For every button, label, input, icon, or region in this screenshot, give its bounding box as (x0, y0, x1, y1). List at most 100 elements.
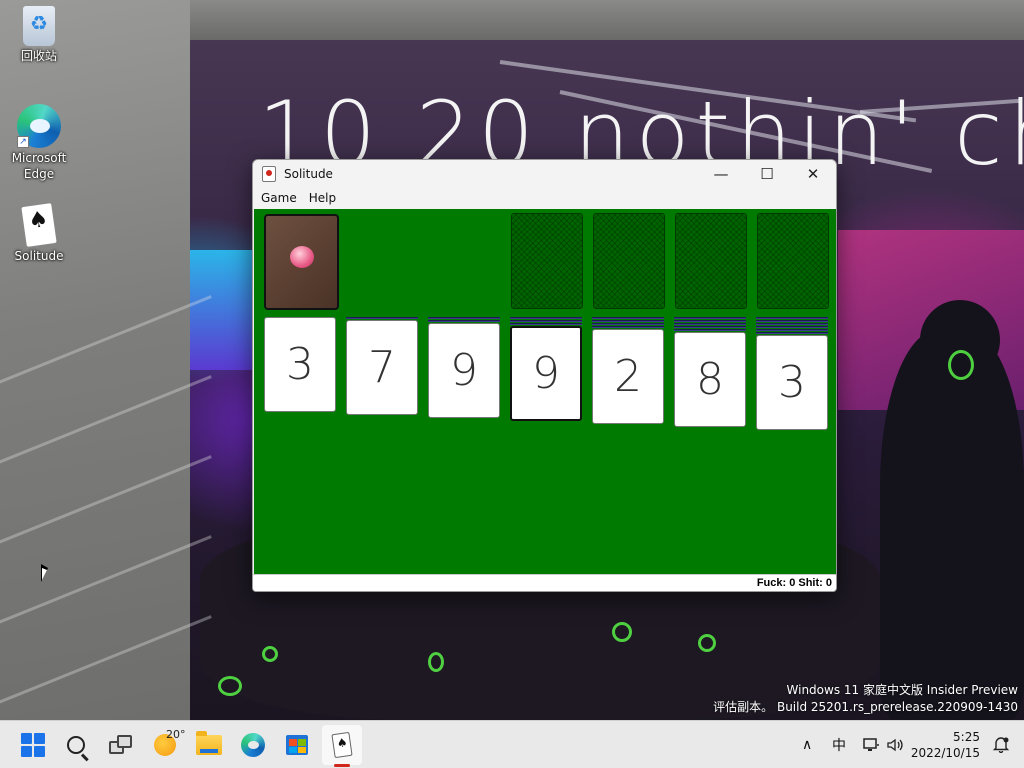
ime-indicator[interactable]: 中 (832, 721, 846, 768)
taskbar-store[interactable] (281, 729, 313, 761)
running-indicator (334, 764, 350, 767)
solitude-app-icon[interactable] (262, 165, 276, 182)
tableau-card[interactable]: 3 (264, 317, 336, 412)
menu-game[interactable]: Game (255, 189, 303, 207)
mouse-cursor (41, 564, 48, 582)
tableau-card[interactable]: 9 (510, 326, 582, 421)
desktop-icon-recycle-bin[interactable]: 回收站 (4, 6, 74, 64)
clock-time: 5:25 (953, 730, 980, 744)
face-down-card (510, 320, 582, 322)
tableau-pile-1[interactable]: 3 (264, 317, 336, 412)
face-down-card (674, 326, 746, 328)
tableau-card[interactable]: 7 (346, 320, 418, 415)
taskbar-solitude[interactable] (326, 729, 358, 761)
edge-icon: ↗ (17, 104, 61, 148)
face-down-card (674, 323, 746, 325)
taskbar-file-explorer[interactable] (193, 729, 225, 761)
desktop-icon-label: Solitude (14, 249, 64, 263)
desktop-icon-edge[interactable]: ↗ Microsoft Edge (4, 104, 74, 182)
glow-headphone (262, 646, 278, 662)
shortcut-arrow-icon: ↗ (17, 136, 29, 148)
glow-headphone (218, 676, 242, 696)
taskbar-edge[interactable] (237, 729, 269, 761)
task-view-icon (109, 735, 133, 755)
clock[interactable]: 5:25 2022/10/15 (911, 729, 980, 761)
os-build-watermark: Windows 11 家庭中文版 Insider Preview 评估副本。 B… (713, 682, 1018, 716)
desktop-icon-solitude[interactable]: Solitude (4, 201, 74, 264)
minimize-button[interactable]: — (698, 160, 744, 187)
face-down-card (592, 326, 664, 328)
clock-date: 2022/10/15 (910, 746, 980, 760)
foundation-pile-1[interactable] (511, 213, 583, 309)
solitude-window[interactable]: Solitude — ☐ ✕ Game Help 3799283 Fuck: 0… (252, 159, 837, 592)
chevron-up-icon: ∧ (802, 737, 813, 753)
tableau-card[interactable]: 3 (756, 335, 828, 430)
tableau-card[interactable]: 2 (592, 329, 664, 424)
window-titlebar[interactable]: Solitude — ☐ ✕ (253, 160, 836, 187)
foundation-pile-4[interactable] (757, 213, 829, 309)
face-down-card (756, 317, 828, 319)
start-button[interactable] (17, 729, 49, 761)
volume-icon (887, 738, 903, 752)
face-down-card (756, 329, 828, 331)
tray-overflow-button[interactable]: ∧ (802, 721, 812, 768)
tableau-pile-5[interactable]: 2 (592, 317, 664, 424)
foundation-pile-2[interactable] (593, 213, 665, 309)
face-down-card (592, 323, 664, 325)
close-button[interactable]: ✕ (790, 160, 836, 187)
tableau-pile-2[interactable]: 7 (346, 317, 418, 415)
ime-label: 中 (832, 738, 846, 754)
edge-icon (241, 733, 265, 757)
tableau-pile-3[interactable]: 9 (428, 317, 500, 418)
glow-headphone (948, 350, 974, 380)
search-button[interactable] (60, 729, 92, 761)
glow-headphone (698, 634, 716, 652)
network-icon (863, 738, 879, 751)
search-icon (67, 736, 85, 754)
tableau-card[interactable]: 9 (428, 323, 500, 418)
face-down-card (346, 317, 418, 319)
face-down-card (674, 317, 746, 319)
face-down-card (510, 317, 582, 319)
face-down-card (592, 317, 664, 319)
watermark-line-1: Windows 11 家庭中文版 Insider Preview (786, 683, 1018, 697)
weather-temp: 20° (166, 728, 186, 741)
solitude-card-icon (20, 201, 58, 249)
face-down-card (756, 320, 828, 322)
face-down-card (428, 320, 500, 322)
tableau-card[interactable]: 8 (674, 332, 746, 427)
stock-deck[interactable] (264, 214, 339, 310)
wallpaper-stage-blue (190, 250, 260, 370)
face-down-card (674, 320, 746, 322)
taskbar: 20° ∧ 中 5:25 2022/10/15 (0, 720, 1024, 768)
face-down-card (756, 323, 828, 325)
face-down-card (428, 317, 500, 319)
card-table[interactable]: 3799283 (254, 209, 836, 576)
tableau-pile-6[interactable]: 8 (674, 317, 746, 427)
window-title: Solitude (284, 166, 333, 181)
desktop-icon-label: Microsoft Edge (11, 151, 67, 181)
glow-headphone (612, 622, 632, 642)
notification-icon[interactable] (992, 735, 1010, 753)
start-icon (21, 733, 45, 757)
tableau-pile-4[interactable]: 9 (510, 317, 582, 421)
desktop-icon-label: 回收站 (20, 49, 57, 63)
menu-bar: Game Help (253, 187, 836, 209)
score-text: Fuck: 0 Shit: 0 (756, 577, 832, 589)
wallpaper-ceiling (190, 0, 1024, 40)
network-button[interactable] (862, 721, 880, 768)
store-icon (286, 735, 308, 755)
task-view-button[interactable] (105, 729, 137, 761)
wallpaper-silhouette (880, 330, 1024, 720)
volume-button[interactable] (886, 721, 906, 768)
maximize-button[interactable]: ☐ (744, 160, 790, 187)
face-down-card (674, 329, 746, 331)
file-explorer-icon (196, 731, 222, 755)
face-down-card (756, 326, 828, 328)
tableau-pile-7[interactable]: 3 (756, 317, 828, 430)
status-bar: Fuck: 0 Shit: 0 (253, 574, 836, 591)
foundation-pile-3[interactable] (675, 213, 747, 309)
watermark-line-2: 评估副本。 Build 25201.rs_prerelease.220909-1… (713, 700, 1018, 714)
face-down-card (756, 332, 828, 334)
menu-help[interactable]: Help (303, 189, 342, 207)
